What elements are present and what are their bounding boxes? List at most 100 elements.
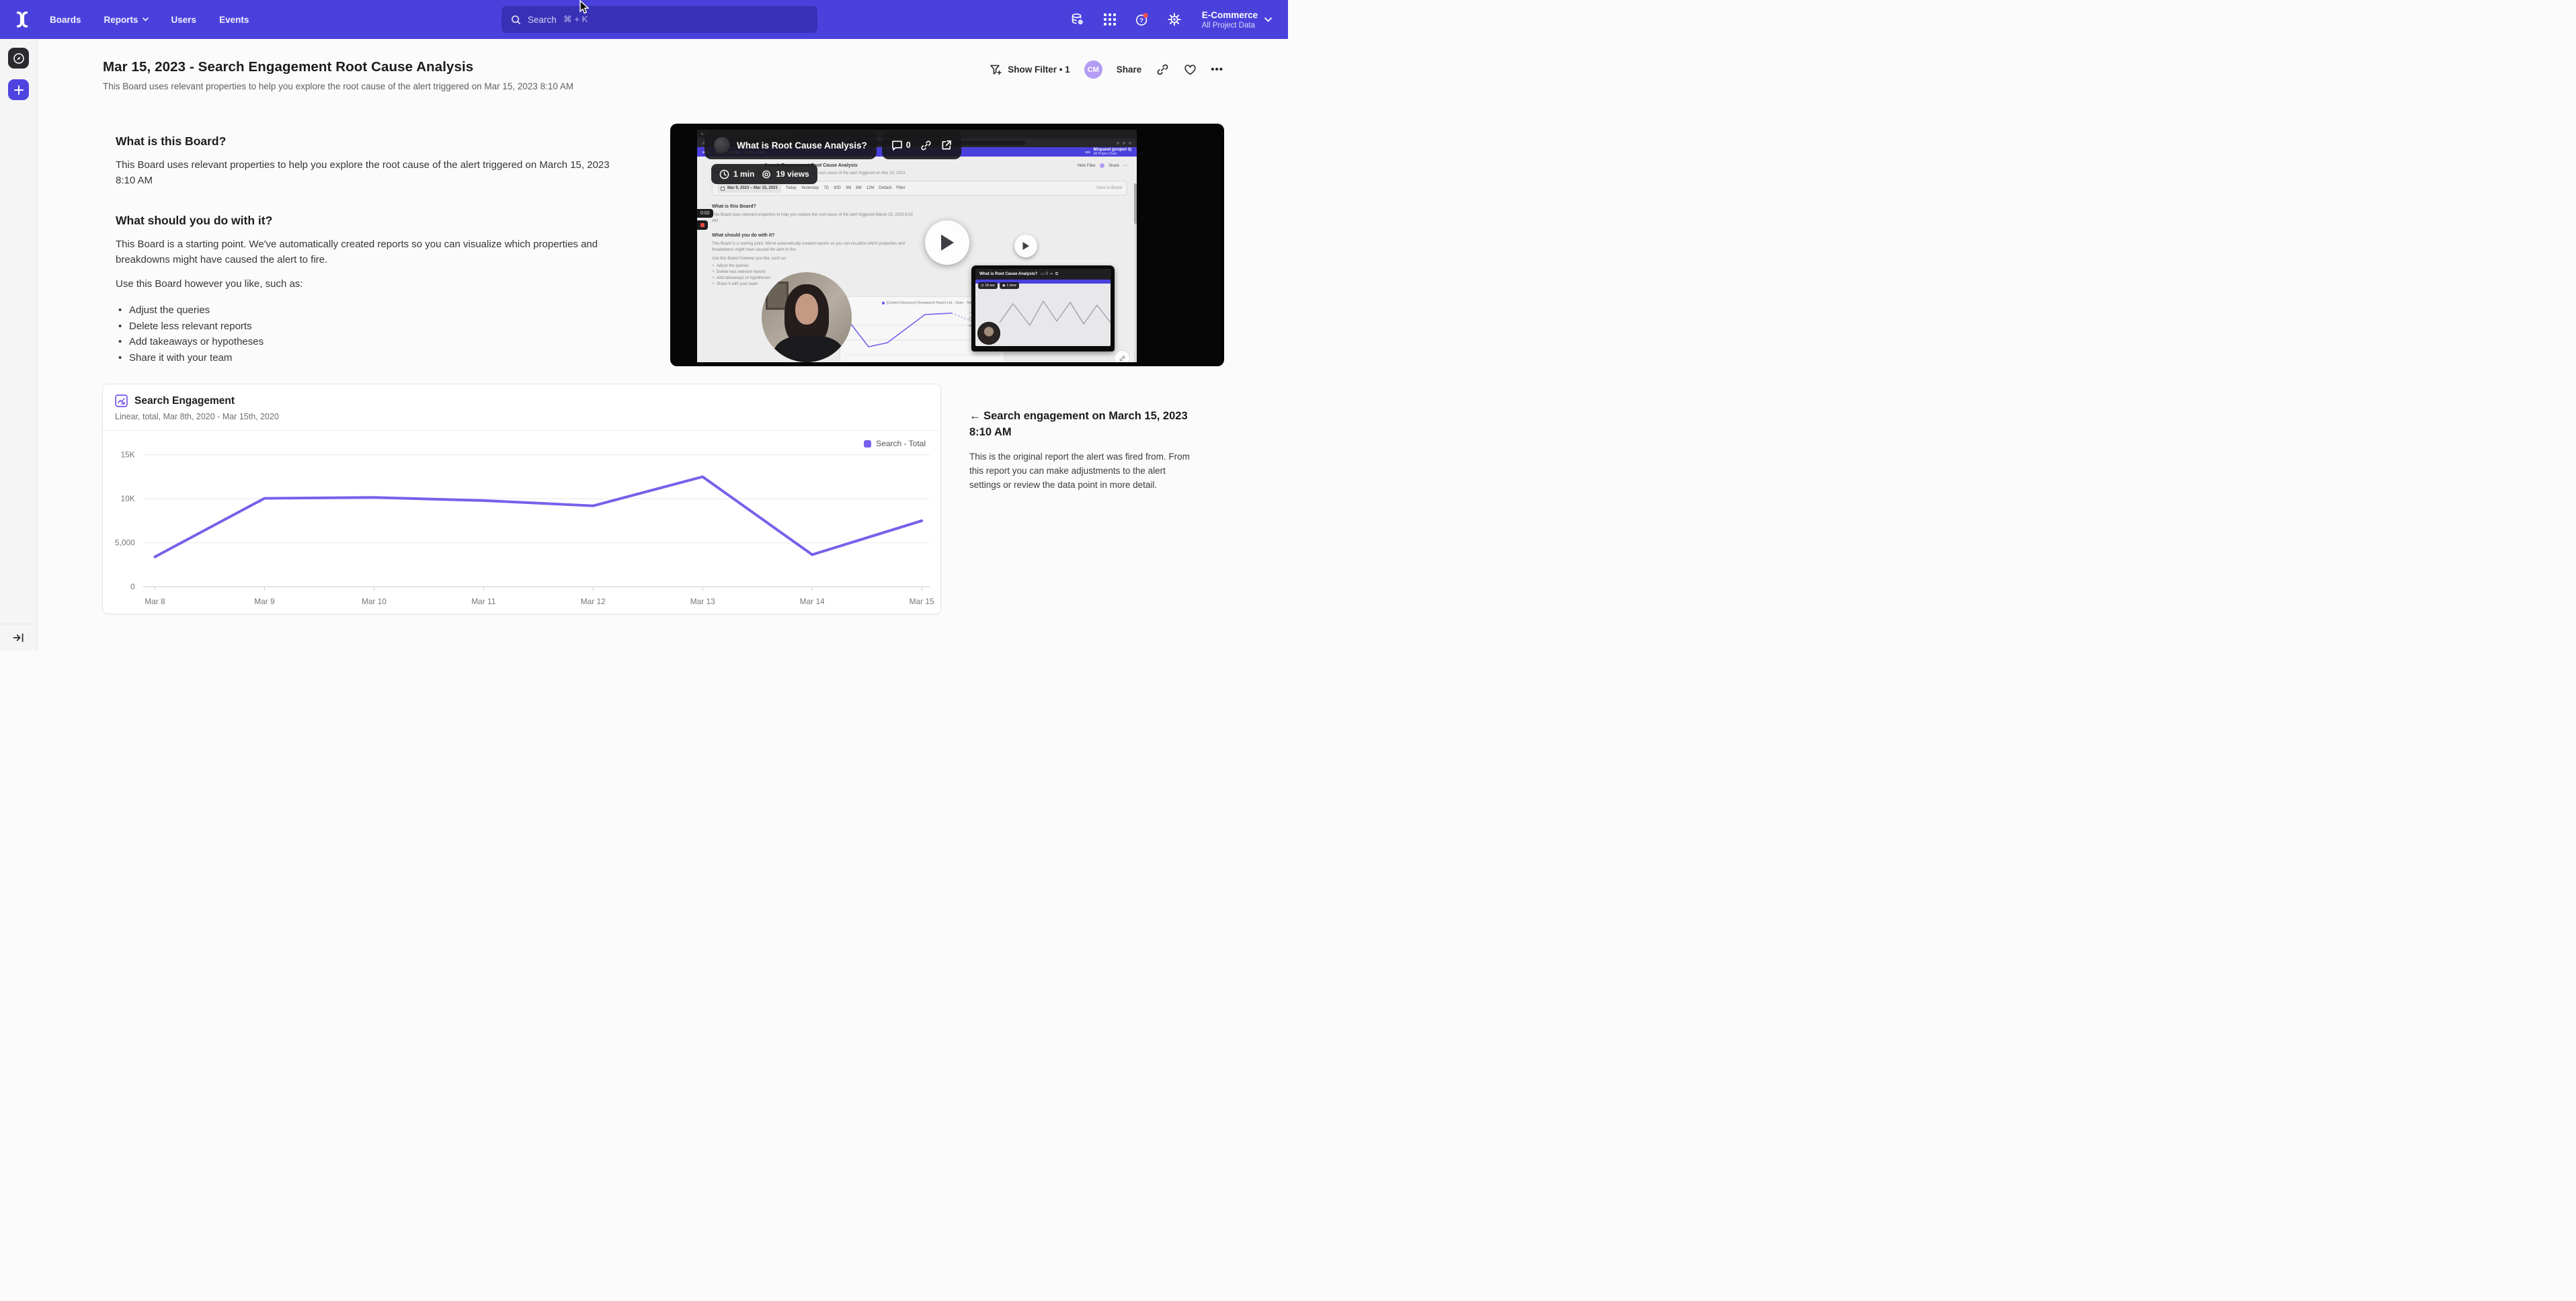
presenter-face bbox=[795, 294, 818, 325]
comment-icon bbox=[891, 140, 903, 151]
list-item: Add takeaways or hypotheses bbox=[116, 334, 625, 350]
recorded-date-range: Mar 9, 2023 – Mar 15, 2023 bbox=[717, 184, 781, 193]
svg-text:15K: 15K bbox=[121, 450, 135, 460]
clock-icon bbox=[719, 169, 729, 179]
avatar[interactable]: CM bbox=[1084, 60, 1102, 79]
nav-item-boards[interactable]: Boards bbox=[50, 15, 81, 25]
page-title: Mar 15, 2023 - Search Engagement Root Ca… bbox=[103, 59, 573, 75]
report-row: Search Engagement Linear, total, Mar 8th… bbox=[102, 384, 1224, 614]
intro-para-1: This Board uses relevant properties to h… bbox=[116, 157, 625, 188]
project-name: E-Commerce bbox=[1202, 9, 1258, 21]
svg-text:Mar 13: Mar 13 bbox=[690, 597, 715, 606]
mouse-cursor bbox=[579, 0, 591, 16]
video-player[interactable]: Mixpanel (project 3) All Project Data Se… bbox=[670, 124, 1224, 366]
recorded-chart-legend: [Content Discovery] Omnisearch Report Li… bbox=[887, 301, 973, 305]
intro-heading-1: What is this Board? bbox=[116, 134, 625, 149]
pip-duration: ◷ 18 sec bbox=[978, 282, 998, 289]
recording-timer: 0:02 bbox=[697, 209, 713, 218]
apps-grid-icon[interactable] bbox=[1102, 12, 1117, 27]
settings-gear-icon[interactable] bbox=[1167, 12, 1182, 27]
recorded-heading: What should you do with it? bbox=[712, 233, 1127, 238]
aside-heading-link[interactable]: ← Search engagement on March 15, 2023 8:… bbox=[969, 408, 1195, 440]
picture-in-picture-video: What is Root Cause Analysis? ▭ 0 ∞ ⧉ ◷ 1… bbox=[971, 265, 1115, 351]
video-copy-link-button[interactable] bbox=[920, 140, 932, 151]
recorded-range: 7D bbox=[823, 186, 829, 190]
intro-para-3: Use this Board however you like, such as… bbox=[116, 276, 625, 292]
chart-legend: Search - Total bbox=[864, 439, 926, 448]
report-card[interactable]: Search Engagement Linear, total, Mar 8th… bbox=[102, 384, 941, 614]
line-chart-icon bbox=[115, 394, 128, 407]
data-management-icon[interactable] bbox=[1070, 12, 1085, 27]
nav-item-events[interactable]: Events bbox=[219, 15, 249, 25]
video-comments-button[interactable]: 0 bbox=[891, 140, 911, 151]
svg-text:Mar 10: Mar 10 bbox=[362, 597, 387, 606]
video-title: What is Root Cause Analysis? bbox=[737, 140, 867, 151]
svg-text:Mar 14: Mar 14 bbox=[800, 597, 825, 606]
nav-item-users[interactable]: Users bbox=[171, 15, 197, 25]
play-button[interactable] bbox=[925, 220, 969, 265]
svg-text:0: 0 bbox=[130, 582, 135, 591]
pip-play-button[interactable] bbox=[1014, 235, 1037, 257]
show-filter-button[interactable]: Show Filter • 1 bbox=[990, 64, 1070, 76]
ext-dot bbox=[1117, 142, 1119, 144]
project-switcher[interactable]: E-Commerce All Project Data bbox=[1202, 9, 1272, 30]
svg-text:10K: 10K bbox=[121, 494, 135, 503]
more-options-button[interactable]: ••• bbox=[1211, 64, 1223, 75]
mixpanel-board-page: Boards Reports Users Events Search ⌘ + K bbox=[0, 0, 1288, 650]
intro-bullet-list: Adjust the queries Delete less relevant … bbox=[116, 302, 625, 366]
traffic-dot bbox=[701, 133, 703, 135]
scroll-thumb bbox=[1134, 183, 1137, 224]
favorite-button[interactable] bbox=[1183, 63, 1197, 77]
add-button[interactable] bbox=[8, 79, 29, 100]
report-subtitle: Linear, total, Mar 8th, 2020 - Mar 15th,… bbox=[115, 412, 928, 421]
copy-link-button[interactable] bbox=[1156, 63, 1169, 77]
ext-dot bbox=[1123, 142, 1125, 144]
play-icon bbox=[939, 233, 955, 252]
board-actions: Show Filter • 1 CM Share ••• bbox=[990, 59, 1223, 79]
recorded-range: 3M bbox=[846, 186, 851, 190]
recorded-paragraph: Use this Board however you like, such as… bbox=[712, 256, 914, 262]
nav-item-label: Boards bbox=[50, 15, 81, 25]
aside-note: ← Search engagement on March 15, 2023 8:… bbox=[969, 384, 1195, 492]
list-item: Share it with your team bbox=[116, 350, 625, 366]
recorded-heading: What is this Board? bbox=[712, 204, 1127, 209]
search-input[interactable]: Search ⌘ + K bbox=[501, 6, 817, 33]
pip-icons: ▭ 0 ∞ ⧉ bbox=[1041, 271, 1058, 277]
recorded-list-item: Adjust the queries bbox=[712, 264, 914, 268]
nav-item-label: Reports bbox=[104, 15, 138, 25]
video-duration: 1 min bbox=[719, 169, 754, 179]
mini-icon bbox=[1085, 151, 1090, 153]
video-open-external-button[interactable] bbox=[941, 140, 952, 151]
show-filter-label: Show Filter • 1 bbox=[1008, 65, 1070, 75]
nav-item-reports[interactable]: Reports bbox=[104, 15, 149, 25]
recorded-range: 12M bbox=[867, 186, 875, 190]
pip-webcam bbox=[977, 322, 1000, 345]
pip-chart bbox=[1000, 296, 1111, 336]
intro-para-2: This Board is a starting point. We've au… bbox=[116, 237, 625, 267]
calendar-icon bbox=[721, 186, 725, 191]
nav-links: Boards Reports Users Events bbox=[50, 15, 249, 25]
video-views: 19 views bbox=[761, 169, 809, 179]
explore-board-button[interactable] bbox=[8, 48, 29, 69]
mixpanel-logo-icon[interactable] bbox=[12, 9, 32, 30]
content-row: What is this Board? This Board uses rele… bbox=[116, 124, 1224, 366]
filter-plus-icon bbox=[990, 64, 1002, 76]
comment-count: 0 bbox=[906, 140, 911, 150]
nav-item-label: Users bbox=[171, 15, 197, 25]
legend-swatch bbox=[882, 302, 885, 304]
svg-text:Mar 12: Mar 12 bbox=[581, 597, 606, 606]
svg-text:Mar 15: Mar 15 bbox=[910, 597, 934, 606]
link-icon bbox=[1156, 63, 1169, 76]
page-subtitle: This Board uses relevant properties to h… bbox=[103, 81, 573, 91]
presenter-webcam bbox=[762, 272, 852, 362]
line-chart: 05,00010K15KMar 8Mar 9Mar 10Mar 11Mar 12… bbox=[108, 435, 935, 612]
eye-icon bbox=[761, 170, 772, 179]
ext-dot bbox=[1129, 142, 1131, 144]
share-button[interactable]: Share bbox=[1117, 65, 1142, 75]
recorded-range: Yesterday bbox=[801, 186, 819, 190]
help-icon[interactable]: ? bbox=[1135, 12, 1150, 27]
mini-project-switcher: Mixpanel (project 3) All Project Data bbox=[1094, 148, 1131, 156]
expand-sidebar-button[interactable] bbox=[0, 624, 37, 650]
video-actions-pill: 0 bbox=[882, 131, 961, 159]
compass-icon bbox=[13, 52, 25, 65]
